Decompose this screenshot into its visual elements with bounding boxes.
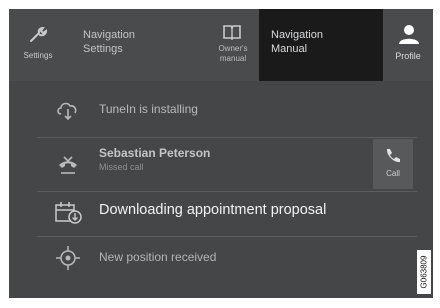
owners-manual-line1: Owner's <box>218 44 248 53</box>
owners-manual-button[interactable]: Owner's manual <box>207 9 259 81</box>
navigation-manual-tab-active[interactable]: Navigation Manual <box>259 9 383 81</box>
car-infotainment-screen: Settings Navigation Settings Owner's man… <box>9 9 433 298</box>
phone-icon <box>386 149 400 163</box>
notification-appointment[interactable]: Downloading appointment proposal <box>37 191 417 235</box>
wrench-icon <box>30 26 47 42</box>
settings-button[interactable]: Settings <box>9 9 67 81</box>
navigation-settings-line2: Settings <box>83 43 123 55</box>
caller-name: Sebastian Peterson <box>99 146 211 160</box>
navigation-manual-line2: Manual <box>271 43 308 55</box>
missed-call-icon <box>59 156 77 174</box>
download-cloud-icon <box>57 102 77 121</box>
notification-title: New position received <box>99 250 217 264</box>
image-code-label: G063809 <box>417 250 431 294</box>
notification-position[interactable]: New position received <box>37 237 417 281</box>
notification-title: TuneIn is installing <box>99 102 198 116</box>
call-status: Missed call <box>99 162 144 172</box>
navigation-manual-line1: Navigation <box>271 29 323 41</box>
profile-label: Profile <box>395 51 421 61</box>
position-target-icon <box>56 246 80 270</box>
notification-tunein[interactable]: TuneIn is installing <box>37 87 417 137</box>
navigation-settings-label: Navigation Settings <box>83 28 183 56</box>
notification-title: Downloading appointment proposal <box>99 202 327 218</box>
settings-label: Settings <box>23 51 53 60</box>
image-code: G063809 <box>419 255 429 289</box>
notification-missed-call[interactable]: Sebastian Peterson Missed call Call <box>37 137 417 191</box>
book-icon <box>223 25 241 41</box>
navigation-settings-button[interactable]: Navigation Settings <box>69 9 217 81</box>
call-button-label: Call <box>386 169 400 178</box>
navigation-settings-line1: Navigation <box>83 29 135 41</box>
navigation-manual-label: Navigation Manual <box>271 28 371 56</box>
owners-manual-line2: manual <box>219 54 247 63</box>
owners-manual-label: Owner's manual <box>207 44 259 64</box>
top-bar: Settings Navigation Settings Owner's man… <box>9 9 433 81</box>
call-button[interactable]: Call <box>373 139 413 189</box>
calendar-download-icon <box>55 202 82 224</box>
profile-button[interactable]: Profile <box>383 9 433 81</box>
person-icon <box>399 25 419 44</box>
